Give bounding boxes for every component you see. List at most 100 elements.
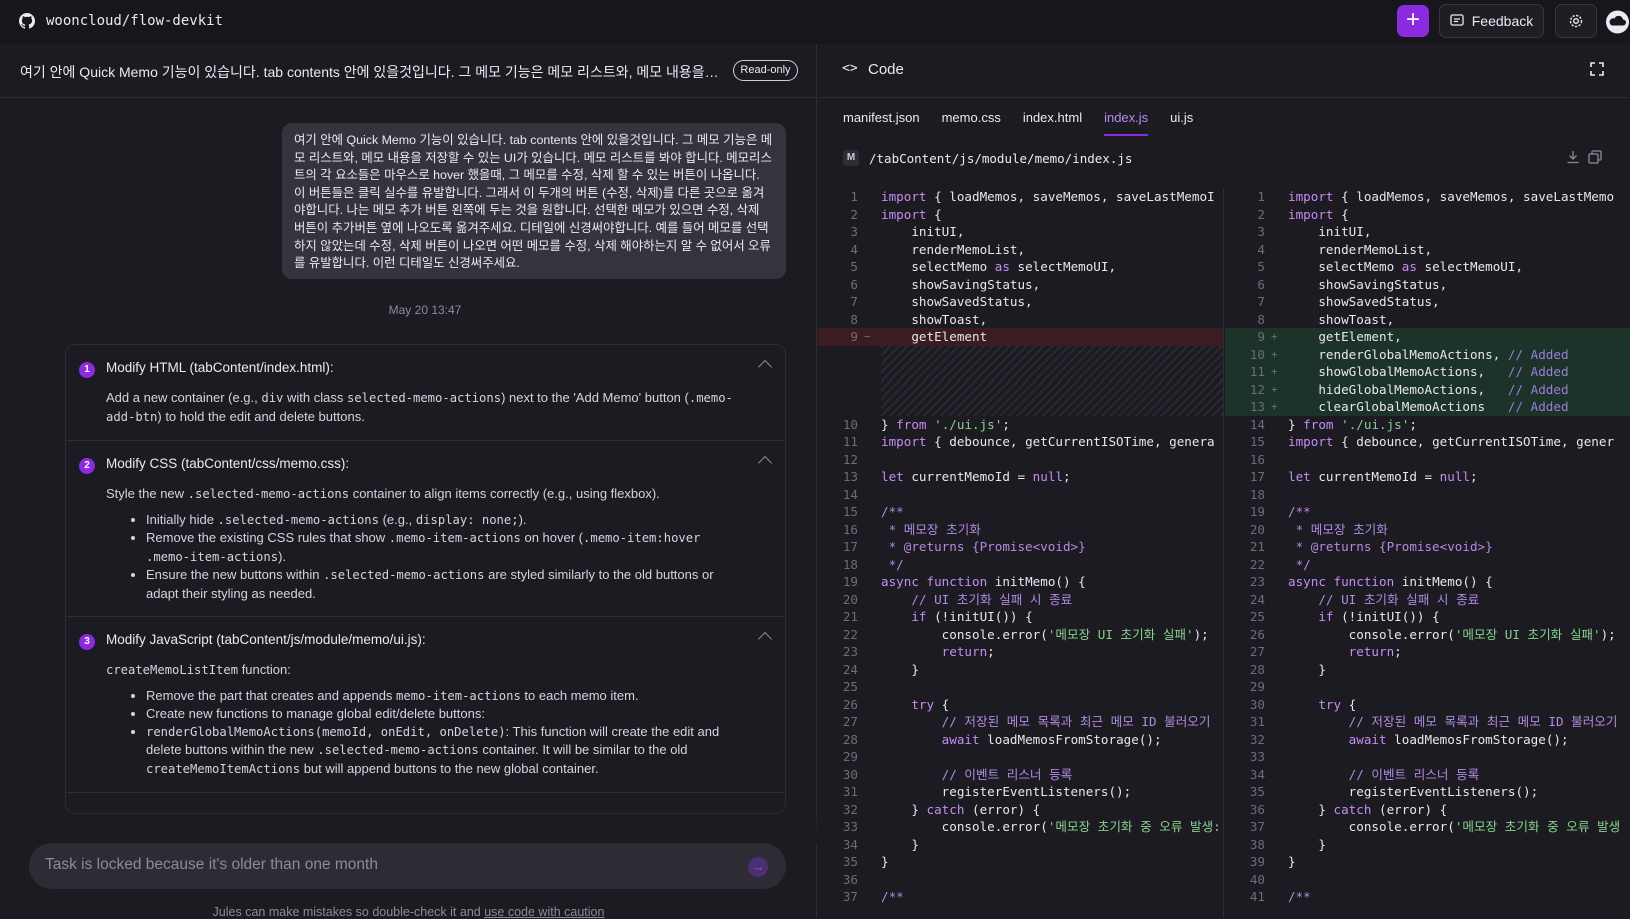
code-line: 31 registerEventListeners(); [818, 783, 1223, 801]
line-number: 5 [1257, 259, 1265, 274]
code-line: 21 if (!initUI()) { [818, 608, 1223, 626]
line-number: 12 [842, 451, 858, 467]
line-number: 35 [1249, 784, 1265, 799]
download-icon[interactable] [1566, 150, 1580, 164]
plan-step-3: 3 Modify JavaScript (tabContent/js/modul… [66, 617, 785, 793]
line-number: 32 [842, 801, 858, 817]
github-icon[interactable] [19, 13, 35, 29]
caution-link[interactable]: use code with caution [484, 905, 604, 919]
code-text: // UI 초기화 실패 시 종료 [911, 591, 1073, 607]
code-line: 8 showToast, [818, 311, 1223, 329]
code-line: 20 // UI 초기화 실패 시 종료 [818, 591, 1223, 609]
repo-name[interactable]: wooncloud/flow-devkit [46, 13, 223, 29]
line-number: 26 [1249, 626, 1265, 642]
code-line: 27 // 저장된 메모 목록과 최근 메모 ID 불러오기 [818, 713, 1223, 731]
line-number: 7 [850, 294, 858, 309]
code-text: registerEventListeners(); [1288, 784, 1539, 799]
code-line: 25 [818, 678, 1223, 696]
feedback-button[interactable]: Feedback [1439, 4, 1544, 38]
line-number: 29 [1249, 679, 1265, 694]
code-line: 13 let currentMemoId = null; [818, 468, 1223, 486]
code-line: 22 console.error('메모장 UI 초기화 실패'); [818, 626, 1223, 644]
line-number: 20 [1249, 521, 1265, 537]
line-number: 6 [850, 276, 858, 292]
code-text: import { debounce, getCurrentISOTime, ge… [881, 434, 1215, 449]
code-text: await loadMemosFromStorage(); [941, 731, 1162, 747]
modified-badge: M [843, 150, 859, 166]
line-number: 36 [842, 871, 858, 887]
user-message: 여기 안에 Quick Memo 기능이 있습니다. tab contents … [282, 123, 786, 279]
line-number: 6 [1257, 276, 1265, 292]
plus-icon: + [1271, 382, 1278, 396]
code-text: showGlobalMemoActions, // Added [1288, 364, 1569, 379]
line-number: 11 [842, 434, 858, 449]
line-number: 22 [842, 626, 858, 642]
code-line: 33 console.error('메모장 초기화 중 오류 발생: [818, 818, 1223, 836]
cloud-icon[interactable] [1605, 10, 1630, 34]
task-input[interactable]: Task is locked because it's older than o… [29, 843, 786, 889]
code-text: let currentMemoId = null; [1288, 469, 1478, 484]
chevron-up-icon[interactable] [757, 455, 773, 471]
plan-step-header[interactable]: 1 Modify HTML (tabContent/index.html): [66, 357, 785, 381]
chevron-up-icon[interactable] [757, 359, 773, 375]
code-text: showSavingStatus, [1288, 276, 1448, 292]
code-line: 38 } [1225, 836, 1630, 854]
new-task-button[interactable]: + [1397, 5, 1429, 37]
step-number: 1 [79, 362, 95, 378]
code-line: 22 */ [1225, 556, 1630, 574]
line-number: 31 [1249, 714, 1265, 729]
plan-step-header[interactable]: 2 Modify CSS (tabContent/css/memo.css): [66, 453, 785, 477]
list-item: Remove the part that creates and appends… [146, 687, 745, 706]
line-number: 25 [842, 679, 858, 694]
code-text: */ [881, 556, 904, 572]
line-number: 16 [1249, 451, 1265, 467]
file-path: /tabContent/js/module/memo/index.js [869, 150, 1133, 166]
code-title: Code [868, 61, 904, 78]
code-line: 35 registerEventListeners(); [1225, 783, 1630, 801]
code-line: 28 } [1225, 661, 1630, 679]
message-timestamp: May 20 13:47 [388, 303, 462, 317]
line-number: 2 [850, 206, 858, 222]
list-item: Create new functions to manage global ed… [146, 705, 745, 723]
tab-index-js[interactable]: index.js [1104, 110, 1149, 136]
tab-index-html[interactable]: index.html [1023, 110, 1082, 136]
code-text: */ [1288, 556, 1311, 572]
list-item: Remove the existing CSS rules that show … [146, 529, 745, 566]
code-line: 7 showSavedStatus, [818, 293, 1223, 311]
line-number: 23 [842, 644, 858, 659]
code-text: showToast, [881, 311, 988, 327]
line-number: 14 [842, 486, 858, 502]
gear-icon [1569, 14, 1583, 28]
chevron-up-icon[interactable] [757, 631, 773, 647]
line-number: 21 [842, 609, 858, 624]
code-text: return; [1348, 644, 1402, 659]
code-line: 17 * @returns {Promise<void>} [818, 538, 1223, 556]
line-number: 7 [1257, 294, 1265, 309]
line-number: 2 [1257, 206, 1265, 222]
task-header: 여기 안에 Quick Memo 기능이 있습니다. tab contents … [0, 44, 817, 98]
line-number: 15 [842, 504, 858, 519]
code-line: 34 // 이벤트 리스너 등록 [1225, 766, 1630, 784]
tab-memo-css[interactable]: memo.css [942, 110, 1001, 136]
arrow-right-icon[interactable]: → [748, 857, 768, 877]
code-text: renderMemoList, [881, 241, 1026, 257]
readonly-badge: Read-only [733, 60, 798, 81]
line-number: 21 [1249, 539, 1265, 554]
code-line: 36 [818, 871, 1223, 889]
code-text: import { loadMemos, saveMemos, saveLastM… [1288, 189, 1615, 204]
copy-icon[interactable] [1588, 150, 1602, 164]
tab-manifest-json[interactable]: manifest.json [843, 110, 920, 136]
line-number: 24 [842, 661, 858, 677]
tab-ui-js[interactable]: ui.js [1170, 110, 1193, 136]
plan-step-header[interactable]: 3 Modify JavaScript (tabContent/js/modul… [66, 629, 785, 653]
settings-button[interactable] [1555, 4, 1597, 38]
code-line: 16 * 메모장 초기화 [818, 521, 1223, 539]
expand-icon[interactable] [1590, 62, 1604, 76]
step-title: Modify HTML (tabContent/index.html): [106, 360, 334, 375]
code-line: 14 [818, 486, 1223, 504]
code-text: // UI 초기화 실패 시 종료 [1318, 591, 1480, 607]
line-number: 36 [1249, 801, 1265, 817]
diff-filler-row [881, 345, 1223, 363]
code-text: * 메모장 초기화 [881, 521, 981, 537]
line-number: 13 [842, 469, 858, 484]
